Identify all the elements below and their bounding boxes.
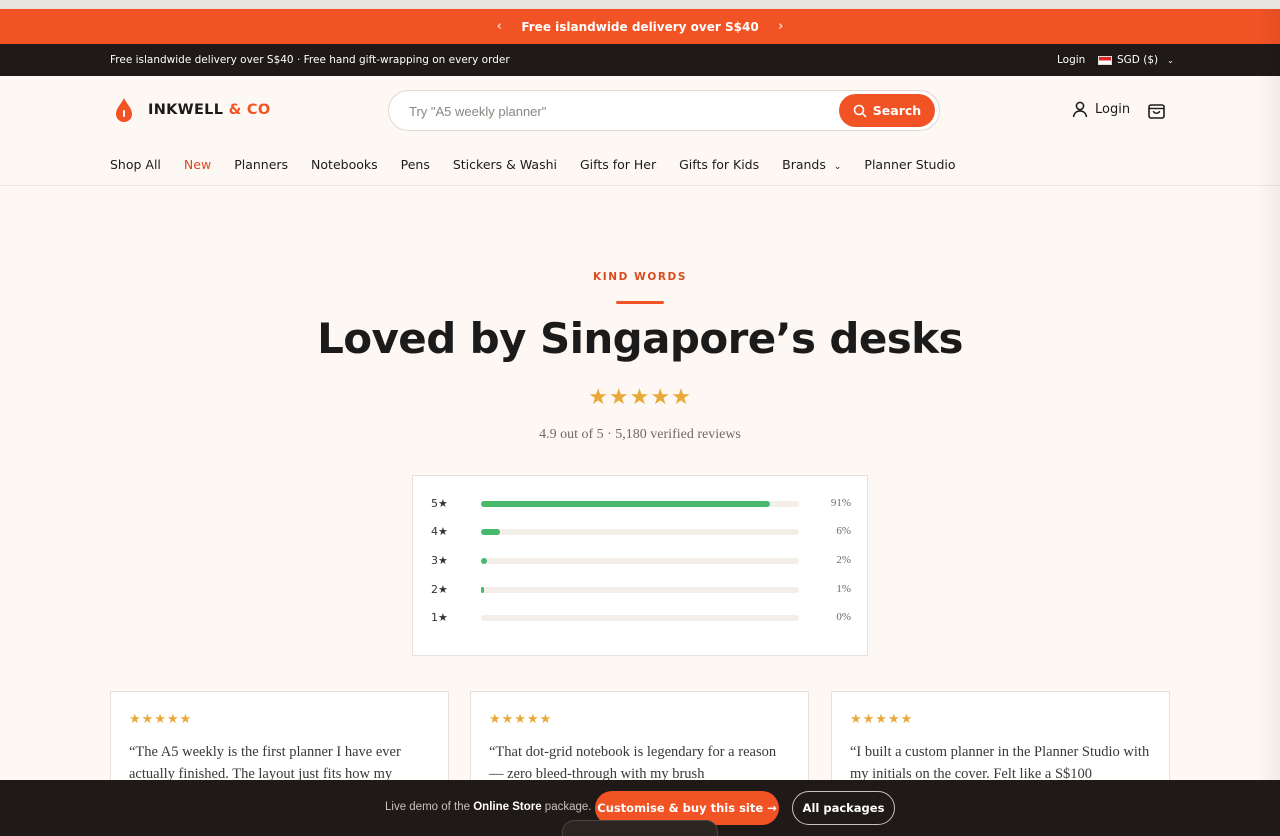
distribution-row: 1★ 0%: [431, 611, 851, 625]
cart-button[interactable]: [1147, 101, 1166, 124]
distribution-track: [481, 501, 799, 507]
rating-distribution: 5★ 91% 4★ 6% 3★ 2% 2★ 1% 1★ 0%: [412, 475, 868, 656]
overall-rating-stars: ★★★★★: [588, 385, 692, 410]
distribution-label: 2★: [431, 583, 448, 596]
search-input[interactable]: [409, 101, 829, 121]
distribution-percent: 6%: [836, 525, 851, 537]
demo-message-prefix: Live demo of the: [385, 801, 474, 813]
promo-text: Free islandwide delivery over S$40: [521, 19, 759, 34]
info-bar-text: Free islandwide delivery over S$40 · Fre…: [110, 54, 510, 66]
top-login-link[interactable]: Login: [1057, 54, 1085, 66]
brand-name-main: INKWELL: [148, 102, 229, 118]
nav-item-shop-all[interactable]: Shop All: [110, 157, 161, 172]
distribution-fill: [481, 587, 485, 593]
nav-item-new[interactable]: New: [184, 157, 211, 172]
distribution-track: [481, 558, 799, 564]
shopping-bag-icon: [1148, 104, 1165, 119]
brand-name: INKWELL & CO: [148, 102, 270, 118]
account-login-label: Login: [1095, 102, 1131, 117]
demo-package-name: Online Store: [473, 801, 542, 813]
floating-toolbar[interactable]: [562, 820, 718, 836]
search-button[interactable]: Search: [839, 94, 935, 127]
nav-item-planners[interactable]: Planners: [234, 157, 288, 172]
section-eyebrow: KIND WORDS: [592, 271, 688, 283]
distribution-row: 2★ 1%: [431, 583, 851, 597]
distribution-fill: [481, 501, 771, 507]
main-navigation: Shop All New Planners Notebooks Pens Sti…: [110, 157, 979, 172]
nav-item-brands-label: Brands: [782, 157, 826, 172]
reviews-heading: Loved by Singapore’s desks: [317, 314, 963, 363]
promo-next-icon[interactable]: ›: [765, 19, 797, 34]
distribution-label: 1★: [431, 611, 448, 624]
nav-item-gifts-for-her[interactable]: Gifts for Her: [580, 157, 656, 172]
currency-selector[interactable]: SGD ($) ⌄: [1098, 54, 1174, 66]
distribution-label: 3★: [431, 554, 448, 567]
browser-top-strip: [0, 0, 1280, 9]
all-packages-button[interactable]: All packages: [792, 791, 895, 825]
distribution-fill: [481, 558, 488, 564]
distribution-percent: 91%: [830, 497, 851, 509]
distribution-track: [481, 615, 799, 621]
currency-label: SGD ($): [1117, 54, 1159, 66]
promo-bar: ‹ Free islandwide delivery over S$40 ›: [0, 9, 1280, 44]
review-stars: ★★★★★: [129, 712, 193, 727]
eyebrow-divider: [616, 301, 664, 304]
chevron-down-icon: ⌄: [1167, 55, 1174, 65]
user-icon: [1072, 101, 1088, 118]
ink-drop-icon: [116, 98, 132, 122]
search-icon: [853, 104, 867, 117]
distribution-label: 4★: [431, 525, 448, 538]
chevron-down-icon: ⌄: [833, 162, 842, 172]
nav-item-planner-studio[interactable]: Planner Studio: [864, 157, 955, 172]
info-bar: Free islandwide delivery over S$40 · Fre…: [0, 44, 1280, 76]
nav-item-stickers-washi[interactable]: Stickers & Washi: [453, 157, 557, 172]
distribution-fill: [481, 529, 501, 535]
promo-prev-icon[interactable]: ‹: [483, 19, 515, 34]
review-stars: ★★★★★: [850, 712, 914, 727]
demo-message-suffix: package.: [541, 801, 592, 813]
distribution-row: 5★ 91%: [431, 497, 851, 511]
search-button-label: Search: [872, 103, 922, 118]
distribution-percent: 0%: [836, 611, 851, 623]
distribution-percent: 1%: [836, 583, 851, 595]
demo-message: Live demo of the Online Store package.: [385, 801, 591, 813]
distribution-label: 5★: [431, 497, 448, 510]
rating-summary: 4.9 out of 5 · 5,180 verified reviews: [539, 427, 741, 442]
search-bar: Search: [388, 90, 940, 131]
site-header: INKWELL & CO Search Login Shop All New P…: [0, 76, 1280, 186]
review-quote: “The A5 weekly is the first planner I ha…: [129, 744, 401, 782]
distribution-row: 4★ 6%: [431, 525, 851, 539]
nav-item-brands[interactable]: Brands ⌄: [782, 157, 841, 172]
distribution-track: [481, 529, 799, 535]
distribution-track: [481, 587, 799, 593]
review-quote: “I built a custom planner in the Planner…: [850, 744, 1150, 782]
nav-item-pens[interactable]: Pens: [401, 157, 430, 172]
nav-item-notebooks[interactable]: Notebooks: [311, 157, 378, 172]
brand-name-accent: & CO: [228, 102, 271, 118]
distribution-row: 3★ 2%: [431, 554, 851, 568]
account-login[interactable]: Login: [1072, 101, 1130, 118]
nav-item-gifts-for-kids[interactable]: Gifts for Kids: [679, 157, 759, 172]
review-stars: ★★★★★: [489, 712, 553, 727]
singapore-flag-icon: [1098, 55, 1112, 65]
distribution-percent: 2%: [836, 554, 851, 566]
brand-logo[interactable]: INKWELL & CO: [114, 97, 270, 123]
demo-bar: Live demo of the Online Store package. C…: [0, 780, 1280, 836]
review-quote: “That dot-grid notebook is legendary for…: [489, 744, 777, 782]
